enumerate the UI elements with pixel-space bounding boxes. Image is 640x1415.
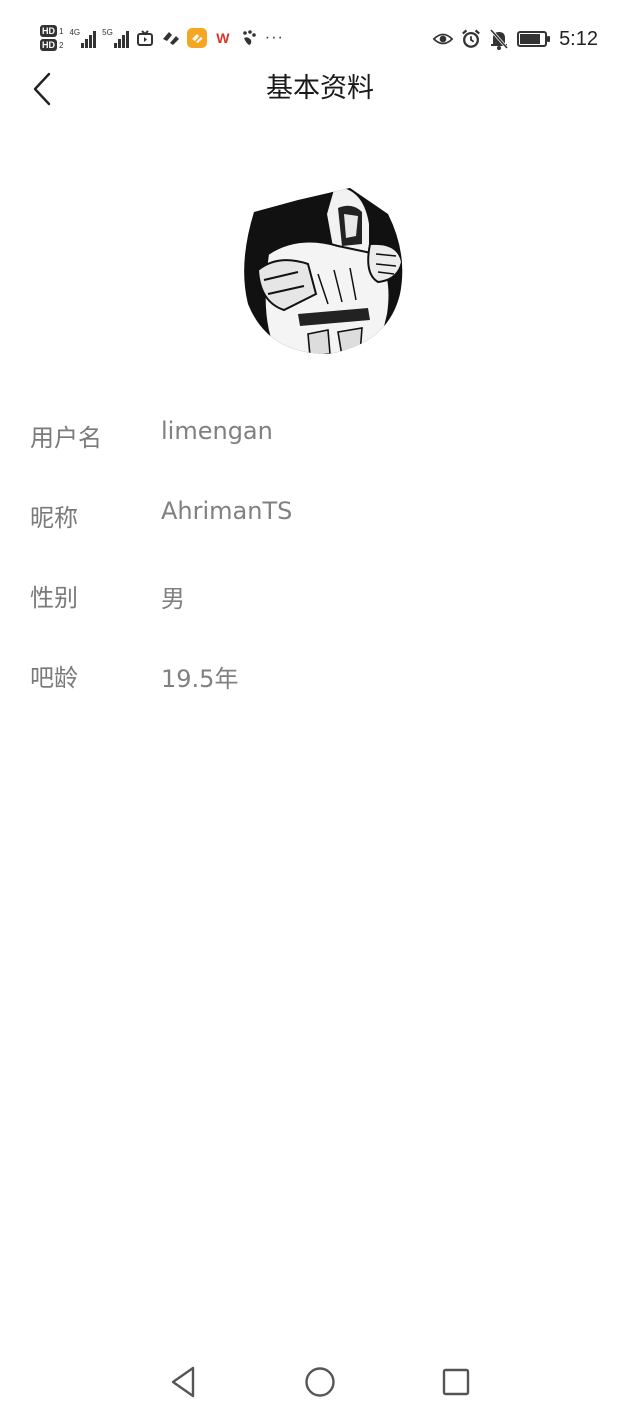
app-header: 基本资料: [0, 62, 640, 116]
hd-label-2: HD: [40, 39, 57, 51]
nickname-value: AhrimanTS: [161, 497, 293, 525]
hd-num-2: 2: [59, 40, 64, 50]
nav-back-button[interactable]: [163, 1362, 203, 1402]
paw-icon: [239, 28, 259, 48]
hd-num-1: 1: [59, 26, 64, 36]
avatar[interactable]: [238, 184, 406, 356]
hd-badge-2: HD 2: [40, 39, 63, 51]
status-bar-right: 5:12: [433, 24, 598, 54]
username-label: 用户名: [30, 424, 102, 452]
nickname-label: 昵称: [30, 504, 78, 532]
square-recents-icon: [442, 1368, 470, 1396]
gender-value: 男: [161, 585, 185, 613]
triangle-back-icon: [171, 1366, 195, 1398]
system-nav-bar: [0, 1350, 640, 1415]
mute-bell-icon: [489, 29, 509, 50]
avatar-image: [244, 188, 403, 354]
hd-label-1: HD: [40, 25, 57, 37]
eye-icon: [433, 29, 454, 49]
signal-icon-2: 5G: [102, 28, 129, 48]
nav-recents-button[interactable]: [436, 1362, 476, 1402]
info-row-gender: 性别 男: [0, 560, 640, 640]
battery-level: [520, 34, 541, 44]
wps-icon: W: [216, 30, 230, 46]
signal-icon: 4G: [69, 28, 97, 48]
more-notifications: ···: [264, 29, 284, 46]
status-bar: HD 1 HD 2 4G 5G W ··· 5:12: [0, 0, 640, 70]
hd-badge-1: HD 1: [40, 25, 63, 37]
circle-home-icon: [305, 1367, 335, 1397]
network-type-1: 4G: [69, 28, 81, 37]
username-value: limengan: [161, 417, 273, 445]
orange-app-icon: [186, 28, 207, 48]
forum-age-value: 19.5年: [161, 665, 239, 693]
info-row-nickname: 昵称 AhrimanTS: [0, 480, 640, 560]
page-title: 基本资料: [266, 73, 374, 104]
clock-time: 5:12: [559, 27, 598, 50]
hd-indicators: HD 1 HD 2: [40, 25, 63, 51]
gender-label: 性别: [30, 584, 78, 612]
info-row-forum-age: 吧龄 19.5年: [0, 640, 640, 720]
info-row-username: 用户名 limengan: [0, 400, 640, 480]
nav-home-button[interactable]: [300, 1362, 340, 1402]
battery-icon: [517, 31, 551, 47]
forum-age-label: 吧龄: [30, 664, 78, 692]
app-icon: [161, 28, 181, 48]
network-type-2: 5G: [102, 28, 113, 37]
alarm-icon: [461, 29, 481, 49]
status-bar-left: HD 1 HD 2 4G 5G W ···: [40, 20, 284, 56]
profile-info-list: 用户名 limengan 昵称 AhrimanTS 性别 男 吧龄 19.5年: [0, 400, 640, 720]
tv-icon: [135, 28, 155, 48]
